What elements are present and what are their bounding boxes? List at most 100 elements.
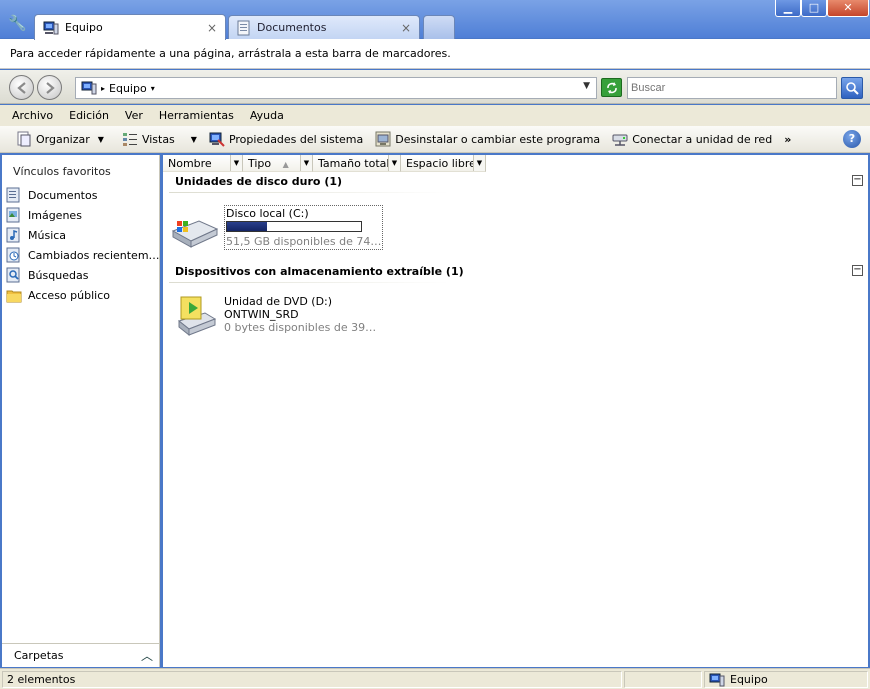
status-item-count: 2 elementos <box>2 671 622 688</box>
public-folder-icon <box>6 290 22 303</box>
drive-item-d[interactable]: Unidad de DVD (D:) ONTWIN_SRD 0 bytes di… <box>169 293 376 341</box>
recent-icon <box>6 247 20 263</box>
drive-c-selection[interactable]: Disco local (C:) 51,5 GB disponibles de … <box>224 205 384 250</box>
network-drive-icon <box>612 134 628 146</box>
documents-icon <box>237 20 250 35</box>
forward-arrow-icon <box>45 82 55 94</box>
group-divider <box>169 282 449 283</box>
address-bar[interactable]: ▸ Equipo ▾ ▼ <box>75 77 597 99</box>
column-headers: Nombre ▼ Tipo ▲ ▼ Tamaño total ▼ Espacio… <box>163 155 486 172</box>
more-commands-button[interactable]: » <box>778 128 797 150</box>
menu-herramientas[interactable]: Herramientas <box>151 109 242 122</box>
uninstall-label: Desinstalar o cambiar este programa <box>395 132 601 146</box>
nav-item-recientes[interactable]: Cambiados recientem… <box>6 245 160 265</box>
collapse-group-button[interactable]: − <box>852 265 863 276</box>
map-network-drive-button[interactable]: Conectar a unidad de red <box>606 128 778 150</box>
breadcrumb-separator-icon[interactable]: ▸ <box>101 84 105 93</box>
collapse-group-button[interactable]: − <box>852 175 863 186</box>
tab-label: Equipo <box>65 21 103 34</box>
address-toolbar: ▸ Equipo ▾ ▼ <box>0 70 870 104</box>
menu-ayuda[interactable]: Ayuda <box>242 109 292 122</box>
back-button[interactable] <box>9 75 34 100</box>
music-icon <box>6 227 20 243</box>
bookmark-bar: Para acceder rápidamente a una página, a… <box>0 39 870 69</box>
nav-item-acceso-publico[interactable]: Acceso público <box>6 285 160 305</box>
computer-icon <box>43 21 59 34</box>
column-espacio-libre[interactable]: Espacio libre ▼ <box>401 155 486 172</box>
address-dropdown-icon[interactable]: ▼ <box>583 81 590 91</box>
views-label: Vistas <box>141 132 175 146</box>
nav-item-imagenes[interactable]: Imágenes <box>6 205 160 225</box>
folders-toggle[interactable]: Carpetas ︿ <box>2 643 160 667</box>
overflow-icon: » <box>784 132 792 146</box>
search-input[interactable] <box>627 77 837 99</box>
maximize-button[interactable]: □ <box>801 0 827 17</box>
capacity-bar-fill <box>227 222 268 231</box>
refresh-button[interactable] <box>601 78 622 97</box>
command-bar: Organizar ▼ Vistas ▼ Propiedades del sis… <box>0 126 870 153</box>
chevron-down-icon[interactable]: ▼ <box>473 155 485 171</box>
breadcrumb[interactable]: Equipo <box>109 82 147 95</box>
nav-item-label: Documentos <box>28 188 98 202</box>
tab-equipo[interactable]: Equipo × <box>34 14 226 40</box>
nav-item-label: Música <box>28 228 67 242</box>
uninstall-button[interactable]: Desinstalar o cambiar este programa <box>369 128 606 150</box>
column-label: Espacio libre <box>406 157 476 170</box>
search-button[interactable] <box>841 77 863 99</box>
wrench-icon[interactable]: 🔧 <box>8 14 27 32</box>
organize-button[interactable]: Organizar ▼ <box>10 128 110 150</box>
minimize-button[interactable]: ▁ <box>775 0 801 17</box>
nav-item-label: Cambiados recientem… <box>28 248 160 262</box>
drive-free-space: 0 bytes disponibles de 39… <box>224 321 377 334</box>
views-button[interactable]: Vistas ▼ <box>116 128 203 150</box>
back-arrow-icon <box>16 82 26 94</box>
menu-ver[interactable]: Ver <box>117 109 151 122</box>
new-tab-button[interactable] <box>423 15 455 39</box>
computer-icon <box>81 81 97 95</box>
nav-item-label: Acceso público <box>28 288 110 302</box>
menu-bar: Archivo Edición Ver Herramientas Ayuda <box>0 105 870 126</box>
network-drive-label: Conectar a unidad de red <box>632 132 773 146</box>
tab-label: Documentos <box>257 21 327 34</box>
status-location-label: Equipo <box>730 673 768 686</box>
drive-name: Unidad de DVD (D:) <box>224 295 333 308</box>
file-list: Nombre ▼ Tipo ▲ ▼ Tamaño total ▼ Espacio… <box>163 155 868 667</box>
chevron-down-icon: ▼ <box>97 134 104 144</box>
bookmark-bar-hint: Para acceder rápidamente a una página, a… <box>10 47 451 60</box>
title-bar: 🔧 Equipo × Documentos × ▁ □ ✕ <box>0 0 870 40</box>
tab-documentos[interactable]: Documentos × <box>228 15 420 39</box>
system-properties-button[interactable]: Propiedades del sistema <box>203 128 369 150</box>
menu-archivo[interactable]: Archivo <box>4 109 61 122</box>
organize-label: Organizar <box>36 132 90 146</box>
drive-item-c[interactable]: Disco local (C:) 51,5 GB disponibles de … <box>169 205 384 253</box>
column-tipo[interactable]: Tipo ▲ ▼ <box>243 155 313 172</box>
nav-item-documentos[interactable]: Documentos <box>6 185 160 205</box>
close-window-button[interactable]: ✕ <box>827 0 869 17</box>
folders-label: Carpetas <box>14 649 64 662</box>
nav-item-busquedas[interactable]: Búsquedas <box>6 265 160 285</box>
system-properties-label: Propiedades del sistema <box>228 132 364 146</box>
documents-icon <box>6 187 20 203</box>
drive-name: Disco local (C:) <box>226 207 309 220</box>
chevron-up-icon[interactable]: ︿ <box>141 647 153 664</box>
pictures-icon <box>6 207 20 223</box>
system-properties-icon <box>209 132 225 147</box>
forward-button[interactable] <box>37 75 62 100</box>
menu-edicion[interactable]: Edición <box>61 109 117 122</box>
chevron-down-icon[interactable]: ▼ <box>388 155 400 171</box>
close-tab-icon[interactable]: × <box>207 21 217 35</box>
chevron-down-icon[interactable]: ▾ <box>151 84 155 93</box>
chevron-down-icon[interactable]: ▼ <box>300 155 312 171</box>
group-title: Unidades de disco duro (1) <box>175 175 343 188</box>
nav-item-label: Búsquedas <box>28 268 89 282</box>
favorite-links-heading: Vínculos favoritos <box>13 165 111 178</box>
searches-icon <box>6 267 20 283</box>
column-tamano-total[interactable]: Tamaño total ▼ <box>313 155 401 172</box>
close-tab-icon[interactable]: × <box>401 21 411 35</box>
help-icon[interactable]: ? <box>843 130 861 148</box>
nav-item-musica[interactable]: Música <box>6 225 160 245</box>
column-label: Tipo <box>248 157 272 170</box>
chevron-down-icon[interactable]: ▼ <box>230 155 242 171</box>
column-nombre[interactable]: Nombre ▼ <box>163 155 243 172</box>
group-divider <box>169 192 449 193</box>
